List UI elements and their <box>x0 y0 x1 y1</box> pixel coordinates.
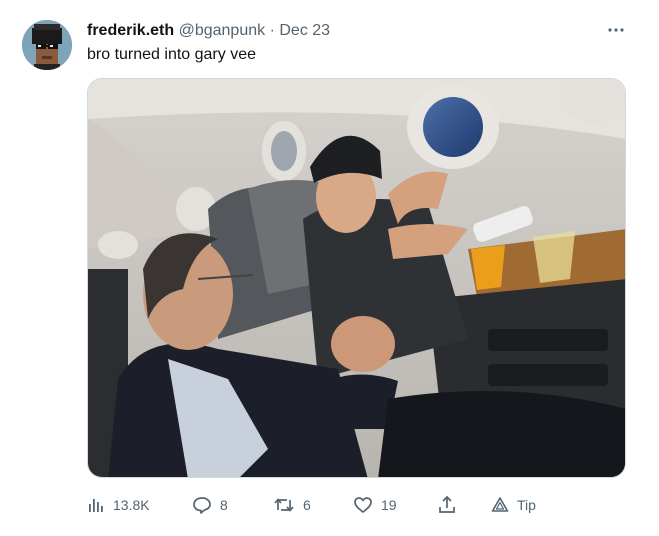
more-options-button[interactable] <box>598 18 634 42</box>
tweet: frederik.eth @bganpunk · Dec 23 bro turn… <box>0 0 659 536</box>
more-dots-icon <box>608 28 624 32</box>
retweet-icon <box>274 498 294 512</box>
tweet-date[interactable]: Dec 23 <box>279 22 330 39</box>
avatar-image <box>22 20 72 70</box>
views-button[interactable]: 13.8K <box>87 492 150 518</box>
retweet-count: 6 <box>303 497 311 513</box>
reply-button[interactable]: 8 <box>192 492 228 518</box>
avatar[interactable] <box>22 20 72 70</box>
retweet-button[interactable]: 6 <box>273 492 311 518</box>
views-count: 13.8K <box>113 497 150 513</box>
reply-icon <box>193 497 211 514</box>
tweet-photo[interactable] <box>87 78 626 478</box>
user-handle[interactable]: @bganpunk <box>179 22 266 39</box>
tweet-actions: 13.8K 8 6 19 Tip <box>87 492 547 518</box>
like-button[interactable]: 19 <box>353 492 397 518</box>
tweet-header: frederik.eth @bganpunk · Dec 23 <box>87 22 330 42</box>
tip-label: Tip <box>517 497 536 513</box>
airplane-cabin-photo <box>88 79 625 477</box>
tweet-text: bro turned into gary vee <box>87 46 256 63</box>
tip-button[interactable]: Tip <box>491 492 536 518</box>
reply-count: 8 <box>220 497 228 513</box>
analytics-icon <box>89 499 103 512</box>
heart-icon <box>354 497 372 513</box>
tip-icon <box>491 497 509 512</box>
like-count: 19 <box>381 497 397 513</box>
display-name[interactable]: frederik.eth <box>87 22 174 39</box>
share-button[interactable] <box>437 492 457 518</box>
share-icon <box>439 495 455 513</box>
separator-dot: · <box>269 22 275 39</box>
